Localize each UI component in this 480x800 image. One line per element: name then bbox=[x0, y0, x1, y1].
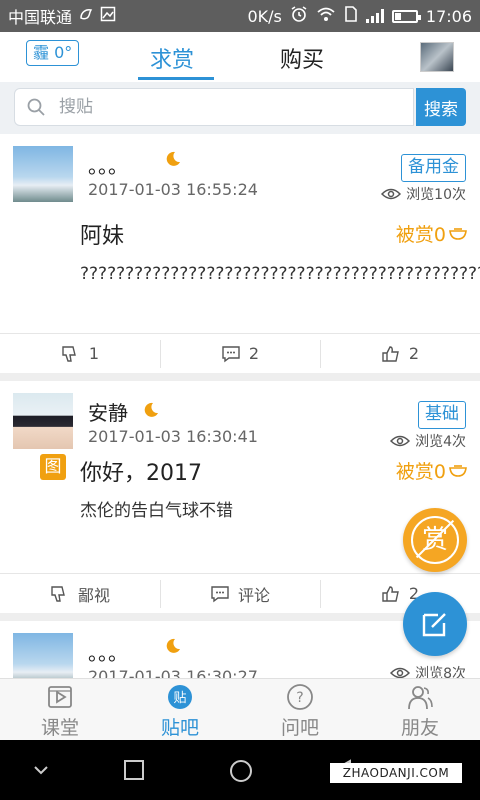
search-icon bbox=[27, 98, 45, 116]
image-icon bbox=[100, 6, 116, 26]
search-button[interactable]: 搜索 bbox=[416, 88, 466, 126]
post-title[interactable]: 你好，2017 bbox=[80, 455, 202, 487]
reward-info: 被赏0 bbox=[396, 457, 468, 484]
level-badge: 基础 bbox=[418, 401, 466, 429]
weather-badge[interactable]: 霾 0° bbox=[26, 40, 80, 66]
search-input[interactable] bbox=[59, 89, 399, 125]
alarm-icon bbox=[290, 5, 308, 27]
search-box bbox=[14, 88, 414, 126]
dislike-button[interactable]: 鄙视 bbox=[0, 574, 160, 613]
author-name: 安静 bbox=[88, 401, 128, 425]
tab-qiushang[interactable]: 求赏 bbox=[150, 42, 194, 74]
reward-info: 被赏0 bbox=[396, 220, 468, 247]
notification-icon bbox=[78, 6, 94, 26]
image-tag: 图 bbox=[40, 454, 66, 480]
edit-icon bbox=[422, 613, 446, 637]
nav-label: 贴吧 bbox=[160, 717, 199, 739]
comment-button[interactable]: 评论 bbox=[160, 574, 320, 613]
battery-icon bbox=[391, 9, 421, 23]
view-count: 浏览10次 bbox=[381, 184, 466, 204]
post-actions: 1 2 2 bbox=[0, 333, 480, 373]
dislike-label: 鄙视 bbox=[77, 585, 110, 605]
post-feed[interactable]: 。。。 2017-01-03 16:55:24 备用金 浏览10次 阿妹 被赏0… bbox=[0, 134, 480, 678]
moon-icon bbox=[166, 151, 180, 166]
post-card[interactable]: 安静 2017-01-03 16:30:41 基础 浏览4次 图 你好，2017… bbox=[0, 381, 480, 621]
eye-icon bbox=[390, 435, 411, 447]
author-avatar[interactable] bbox=[13, 393, 73, 449]
comment-button[interactable]: 2 bbox=[160, 334, 320, 373]
watermark: ZHAODANJI.COM bbox=[330, 763, 462, 783]
nav-label: 问吧 bbox=[280, 717, 319, 739]
friends-icon bbox=[408, 686, 433, 710]
clock: 17:06 bbox=[425, 6, 472, 26]
sim-icon bbox=[344, 6, 358, 26]
user-avatar[interactable] bbox=[420, 42, 454, 72]
view-count-text: 浏览10次 bbox=[406, 187, 466, 203]
nav-item-wenba[interactable]: ? 问吧 bbox=[240, 679, 360, 740]
tab-goumai[interactable]: 购买 bbox=[280, 42, 324, 74]
wifi-icon bbox=[316, 6, 336, 26]
post-body[interactable]: ????????????????????????????????????????… bbox=[80, 262, 480, 287]
like-count: 2 bbox=[408, 344, 420, 363]
view-count: 浏览8次 bbox=[390, 663, 466, 678]
thumbs-up-icon bbox=[382, 585, 399, 602]
view-count-text: 浏览4次 bbox=[415, 434, 466, 450]
nav-item-ketang[interactable]: 课堂 bbox=[0, 679, 120, 740]
thumbs-down-icon bbox=[62, 345, 76, 362]
recent-apps-icon[interactable] bbox=[122, 758, 146, 782]
compose-fab-button[interactable] bbox=[403, 592, 467, 656]
question-icon-text: ? bbox=[296, 690, 303, 706]
thumbs-down-icon bbox=[51, 585, 65, 602]
reward-fab-button[interactable]: 赏 bbox=[403, 508, 467, 572]
dislike-count: 1 bbox=[88, 344, 100, 363]
signal-icon bbox=[365, 9, 384, 23]
nav-label: 课堂 bbox=[40, 717, 79, 739]
post-time: 2017-01-03 16:30:27 bbox=[88, 667, 258, 678]
nav-label: 朋友 bbox=[400, 717, 439, 739]
author-avatar[interactable] bbox=[13, 633, 73, 678]
bowl-icon bbox=[449, 464, 467, 477]
like-button[interactable]: 2 bbox=[320, 334, 480, 373]
reward-text: 被赏0 bbox=[395, 224, 446, 246]
nav-item-pengyou[interactable]: 朋友 bbox=[360, 679, 480, 740]
eye-icon bbox=[381, 188, 402, 200]
home-icon[interactable] bbox=[228, 758, 254, 784]
top-header: 霾 0° 求赏 购买 bbox=[0, 32, 480, 82]
view-count: 浏览4次 bbox=[390, 431, 466, 451]
video-icon bbox=[48, 686, 72, 708]
author-avatar[interactable] bbox=[13, 146, 73, 202]
reward-text: 被赏0 bbox=[395, 461, 446, 483]
post-body[interactable]: 杰伦的告白气球不错 bbox=[80, 499, 464, 524]
bottom-nav: 课堂 贴 贴吧 ? 问吧 朋友 bbox=[0, 678, 480, 740]
thumbs-up-icon bbox=[382, 345, 399, 362]
search-bar: 搜索 bbox=[0, 82, 480, 134]
author-name: 。。。 bbox=[88, 641, 128, 665]
nav-item-tieba[interactable]: 贴 贴吧 bbox=[120, 679, 240, 740]
moon-icon bbox=[144, 402, 158, 417]
network-speed: 0K/s bbox=[247, 6, 282, 26]
comment-label: 评论 bbox=[237, 585, 270, 605]
status-bar: 中国联通 0K/s 17:06 bbox=[0, 0, 480, 32]
tie-icon: 贴 bbox=[168, 685, 192, 709]
post-title[interactable]: 阿妹 bbox=[80, 218, 124, 250]
view-count-text: 浏览8次 bbox=[415, 666, 466, 678]
active-tab-indicator bbox=[138, 77, 214, 80]
question-icon: ? bbox=[287, 684, 313, 710]
level-badge: 备用金 bbox=[401, 154, 466, 182]
comment-icon bbox=[211, 585, 229, 602]
post-time: 2017-01-03 16:30:41 bbox=[88, 427, 258, 446]
tie-icon-text: 贴 bbox=[173, 691, 186, 706]
comment-count: 2 bbox=[248, 344, 260, 363]
eye-icon bbox=[390, 667, 411, 678]
post-time: 2017-01-03 16:55:24 bbox=[88, 180, 258, 199]
carrier-label: 中国联通 bbox=[8, 8, 73, 27]
bowl-icon bbox=[449, 227, 467, 240]
author-name: 。。。 bbox=[88, 154, 128, 178]
dislike-button[interactable]: 1 bbox=[0, 334, 160, 373]
post-card[interactable]: 。。。 2017-01-03 16:55:24 备用金 浏览10次 阿妹 被赏0… bbox=[0, 134, 480, 381]
comment-icon bbox=[222, 345, 240, 362]
moon-icon bbox=[166, 638, 180, 653]
chevron-down-icon[interactable] bbox=[32, 758, 50, 782]
